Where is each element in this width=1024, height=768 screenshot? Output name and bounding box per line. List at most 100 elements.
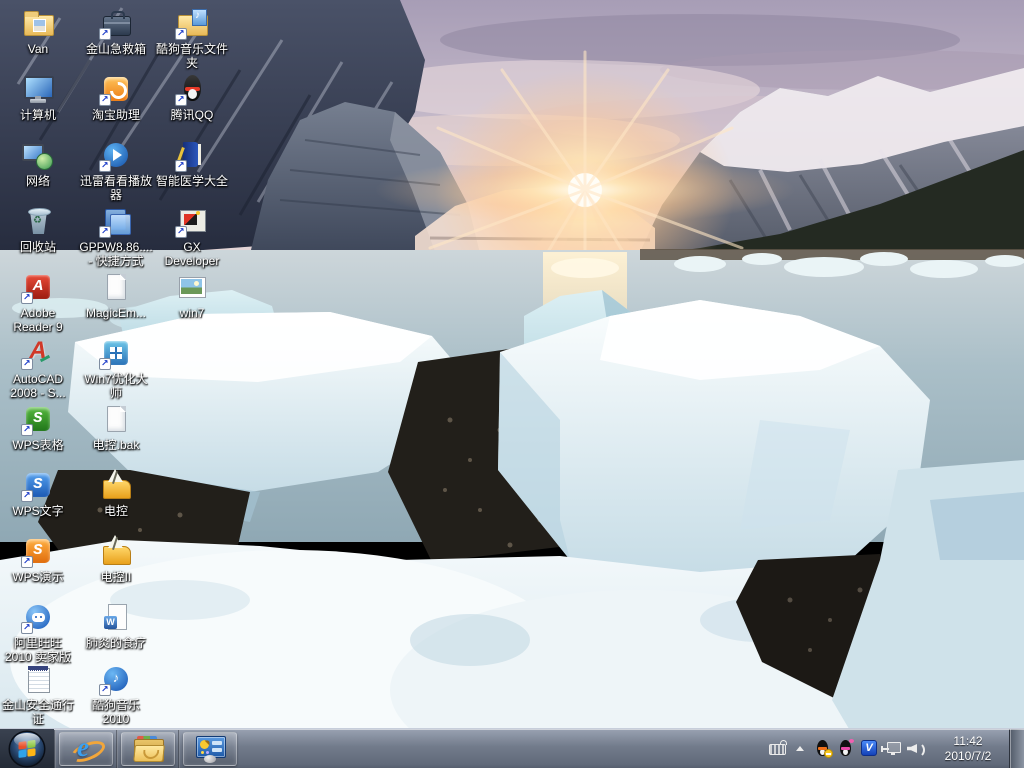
desktop-icon-label: 电控 xyxy=(103,504,128,518)
desktop-icon-taobao-assistant[interactable]: 淘宝助理 xyxy=(78,72,154,122)
icon-part xyxy=(36,153,53,170)
desktop-icon-label: GX Developer xyxy=(164,240,220,268)
qq-online-female-icon[interactable] xyxy=(837,739,856,758)
desktop-icon-label: 迅雷看看播放 器 xyxy=(79,174,152,202)
windows-start-orb xyxy=(8,730,46,767)
desktop-icon-adobe-reader-9[interactable]: Adobe Reader 9 xyxy=(0,270,76,334)
desktop-icon-medical-encyclopedia[interactable]: 智能医学大全 xyxy=(154,138,230,188)
taskbar-separator xyxy=(178,729,180,768)
desktop-icon-label: WPS表格 xyxy=(12,438,64,452)
volume-icon[interactable] xyxy=(906,739,925,758)
desktop-icon-computer[interactable]: 计算机 xyxy=(0,72,76,122)
cad-project-icon xyxy=(99,468,133,502)
desktop-icon-kugou-2010[interactable]: 酷狗音乐 2010 xyxy=(78,662,154,726)
recycle-bin-icon xyxy=(21,204,55,238)
taskbar-pinned-blue-panel-app[interactable] xyxy=(183,731,237,766)
cad-project-icon xyxy=(99,534,133,568)
desktop-icon-magicem[interactable]: MagicEm... xyxy=(78,270,154,320)
desktop-icon-label: 电控.bak xyxy=(92,438,140,452)
shortcut-arrow-icon xyxy=(175,28,187,40)
computer-icon xyxy=(21,72,55,106)
taskbar-pinned-windows-explorer[interactable] xyxy=(121,731,175,766)
desktop-icon-kingsoft-pass[interactable]: 金山安全通行 证 xyxy=(0,662,76,726)
kingsoft-security-icon[interactable] xyxy=(860,739,879,758)
wps-spreadsheet-icon xyxy=(21,402,55,436)
clock-date: 2010/7/2 xyxy=(944,748,992,763)
icon-part xyxy=(28,666,48,671)
user-folder-icon xyxy=(21,6,55,40)
kugou-music-icon xyxy=(99,662,133,696)
desktop-icon-label: 回收站 xyxy=(19,240,56,254)
desktop-icon-label: 金山急救箱 xyxy=(85,42,146,56)
internet-explorer-icon: e xyxy=(68,732,108,766)
start-button[interactable] xyxy=(7,730,47,768)
desktop-icon-label: 阿里旺旺 2010 卖家版 xyxy=(4,636,72,664)
show-hidden-icons-icon[interactable] xyxy=(791,739,810,758)
desktop-icon-recycle-bin[interactable]: 回收站 xyxy=(0,204,76,254)
desktop-icon-wps-spreadsheet[interactable]: WPS表格 xyxy=(0,402,76,452)
desktop-icon-pneumonia-diet-doc[interactable]: 肺炎的食疗 xyxy=(78,600,154,650)
taskbar-separator xyxy=(116,729,118,768)
desktop-icon-van[interactable]: Van xyxy=(0,6,76,56)
qq-penguin-icon xyxy=(175,72,209,106)
desktop-icon-kugou-music-folder[interactable]: 酷狗音乐文件 夹 xyxy=(154,6,230,70)
desktop-icon-aliwangwang[interactable]: 阿里旺旺 2010 卖家版 xyxy=(0,600,76,664)
taskbar-separator xyxy=(54,729,56,768)
icon-part xyxy=(103,480,131,499)
input-method-keyboard-icon[interactable] xyxy=(768,739,787,758)
desktop-icon-autocad-2008[interactable]: AutoCAD 2008 - S... xyxy=(0,336,76,400)
shortcut-arrow-icon xyxy=(21,292,33,304)
desktop-icon-label: MagicEm... xyxy=(85,306,146,320)
desktop-icon-win7-image[interactable]: win7 xyxy=(154,270,230,320)
network-icon xyxy=(21,138,55,172)
desktop-icon-label: 智能医学大全 xyxy=(155,174,228,188)
icon-part xyxy=(24,15,54,36)
icon-part xyxy=(104,616,117,629)
image-file-icon xyxy=(175,270,209,304)
icon-part xyxy=(28,668,50,693)
folder-front xyxy=(133,744,165,762)
desktop-icon-label: 网络 xyxy=(25,174,50,188)
shortcut-arrow-icon xyxy=(21,424,33,436)
adobe-reader-icon xyxy=(21,270,55,304)
desktop-icon-xunlei-kankan-player[interactable]: 迅雷看看播放 器 xyxy=(78,138,154,202)
panel-trackball xyxy=(204,754,216,763)
desktop-icon-diankong-2[interactable]: 电控II xyxy=(78,534,154,584)
desktop-icon-label: 酷狗音乐文件 夹 xyxy=(155,42,228,70)
music-folder-icon xyxy=(175,6,209,40)
qq-online-busy-icon[interactable] xyxy=(814,739,833,758)
desktop-icon-label: win7 xyxy=(179,306,205,320)
icon-part xyxy=(192,9,207,26)
stacked-windows-icon xyxy=(99,204,133,238)
desktop-icon-diankong-bak[interactable]: 电控.bak xyxy=(78,402,154,452)
icon-part xyxy=(198,144,201,165)
icon-part xyxy=(111,11,125,19)
shortcut-arrow-icon xyxy=(99,160,111,172)
desktop-icon-gppw-shortcut[interactable]: GPPW8.86.... - 快捷方式 xyxy=(78,204,154,268)
taskbar-clock[interactable]: 11:42 2010/7/2 xyxy=(935,734,1001,764)
desktop-icon-network[interactable]: 网络 xyxy=(0,138,76,188)
desktop-icon-label: 电控II xyxy=(100,570,132,584)
network-status-icon[interactable] xyxy=(881,739,902,758)
icon-part xyxy=(861,740,877,756)
desktop-icon-label: 计算机 xyxy=(19,108,56,122)
panel-pie-chart xyxy=(200,739,209,749)
shortcut-arrow-icon xyxy=(21,622,33,634)
desktop-icon-wps-presentation[interactable]: WPS演示 xyxy=(0,534,76,584)
show-desktop-button[interactable] xyxy=(1009,728,1024,768)
desktop-icon-label: WPS文字 xyxy=(12,504,64,518)
icon-part xyxy=(108,469,123,482)
desktop-icon-tencent-qq[interactable]: 腾讯QQ xyxy=(154,72,230,122)
desktop-icon-diankong[interactable]: 电控 xyxy=(78,468,154,518)
desktop-icon-kingsoft-rescue-box[interactable]: 金山急救箱 xyxy=(78,6,154,56)
desktop-icon-win7-optimizer[interactable]: Win7优化大 师 xyxy=(78,336,154,400)
wps-presentation-icon xyxy=(21,534,55,568)
desktop-icon-label: Adobe Reader 9 xyxy=(13,306,63,334)
icon-part xyxy=(28,208,51,216)
taskbar-pinned-internet-explorer[interactable]: e xyxy=(59,731,113,766)
desktop-icon-gx-developer[interactable]: GX Developer xyxy=(154,204,230,268)
desktop-icon-wps-writer[interactable]: WPS文字 xyxy=(0,468,76,518)
shortcut-arrow-icon xyxy=(21,556,33,568)
icon-part xyxy=(769,744,786,755)
desktop-icon-label: Van xyxy=(27,42,49,56)
